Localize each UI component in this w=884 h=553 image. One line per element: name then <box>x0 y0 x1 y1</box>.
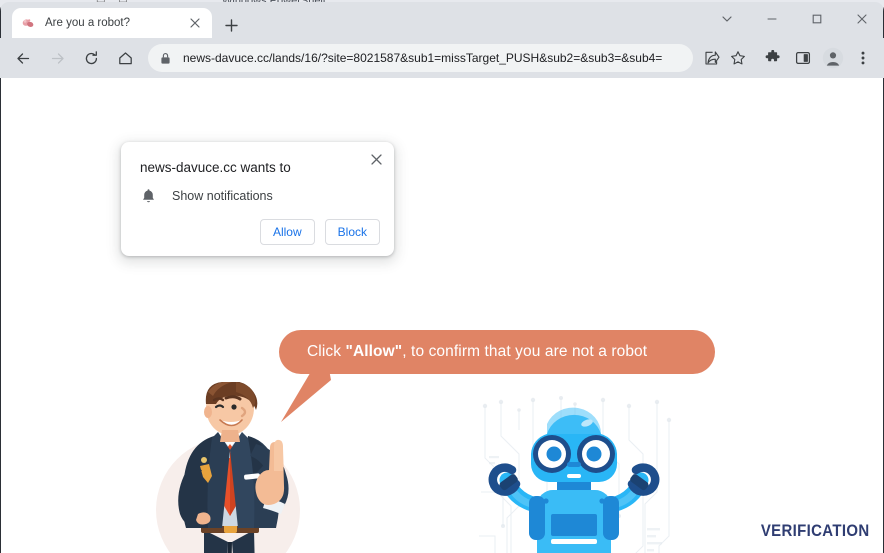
new-tab-button[interactable] <box>218 12 244 38</box>
back-button[interactable] <box>8 43 38 73</box>
notification-permission-dialog: news-davuce.cc wants to Show notificatio… <box>121 142 394 256</box>
lock-icon[interactable] <box>160 52 174 65</box>
bell-icon <box>140 188 156 204</box>
browser-window: Are you a robot? news-davuce.cc/lands/16… <box>0 2 884 553</box>
tab-title: Are you a robot? <box>45 17 131 29</box>
dialog-close-icon[interactable] <box>365 148 387 170</box>
star-icon[interactable] <box>725 45 751 71</box>
home-button[interactable] <box>110 43 140 73</box>
permission-row: Show notifications <box>140 188 273 204</box>
reload-button[interactable] <box>76 43 106 73</box>
puzzle-icon[interactable] <box>759 43 787 73</box>
share-icon[interactable] <box>699 45 725 71</box>
dialog-title: news-davuce.cc wants to <box>140 160 291 175</box>
tab-strip: Are you a robot? <box>0 2 884 38</box>
allow-button[interactable]: Allow <box>259 219 315 245</box>
bubble-text: Click "Allow", to confirm that you are n… <box>307 343 647 361</box>
dialog-actions: Allow Block <box>259 219 380 245</box>
block-button[interactable]: Block <box>324 219 380 245</box>
blue-robot-mascot <box>488 407 660 553</box>
browser-toolbar: news-davuce.cc/lands/16/?site=8021587&su… <box>0 38 884 78</box>
tab-close-icon[interactable] <box>186 14 204 32</box>
robot-favicon <box>20 15 36 31</box>
maximize-button[interactable] <box>794 2 839 36</box>
page-viewport: Click "Allow", to confirm that you are n… <box>1 78 883 553</box>
bubble-text-suffix: , to confirm that you are not a robot <box>402 343 648 360</box>
close-window-button[interactable] <box>839 2 884 36</box>
profile-avatar-icon[interactable] <box>819 43 847 73</box>
tab-are-you-a-robot[interactable]: Are you a robot? <box>12 8 212 38</box>
instruction-speech-bubble: Click "Allow", to confirm that you are n… <box>279 330 715 422</box>
screenshot-root: ▭ ▭ Windows PowerShell Are you a robot? <box>0 0 884 553</box>
minimize-button[interactable] <box>749 2 794 36</box>
verification-logo: VERIFICATION <box>760 521 869 540</box>
three-dot-menu-icon[interactable] <box>849 43 877 73</box>
speech-bubble-body: Click "Allow", to confirm that you are n… <box>279 330 715 374</box>
side-panel-icon[interactable] <box>789 43 817 73</box>
address-bar[interactable]: news-davuce.cc/lands/16/?site=8021587&su… <box>148 44 693 72</box>
window-controls <box>704 2 884 38</box>
permission-label: Show notifications <box>172 189 273 203</box>
forward-button[interactable] <box>42 43 72 73</box>
url-text[interactable]: news-davuce.cc/lands/16/?site=8021587&su… <box>183 51 681 65</box>
bubble-text-emphasis: "Allow" <box>345 343 403 360</box>
tab-search-button[interactable] <box>704 2 749 36</box>
bubble-text-prefix: Click <box>307 343 346 360</box>
